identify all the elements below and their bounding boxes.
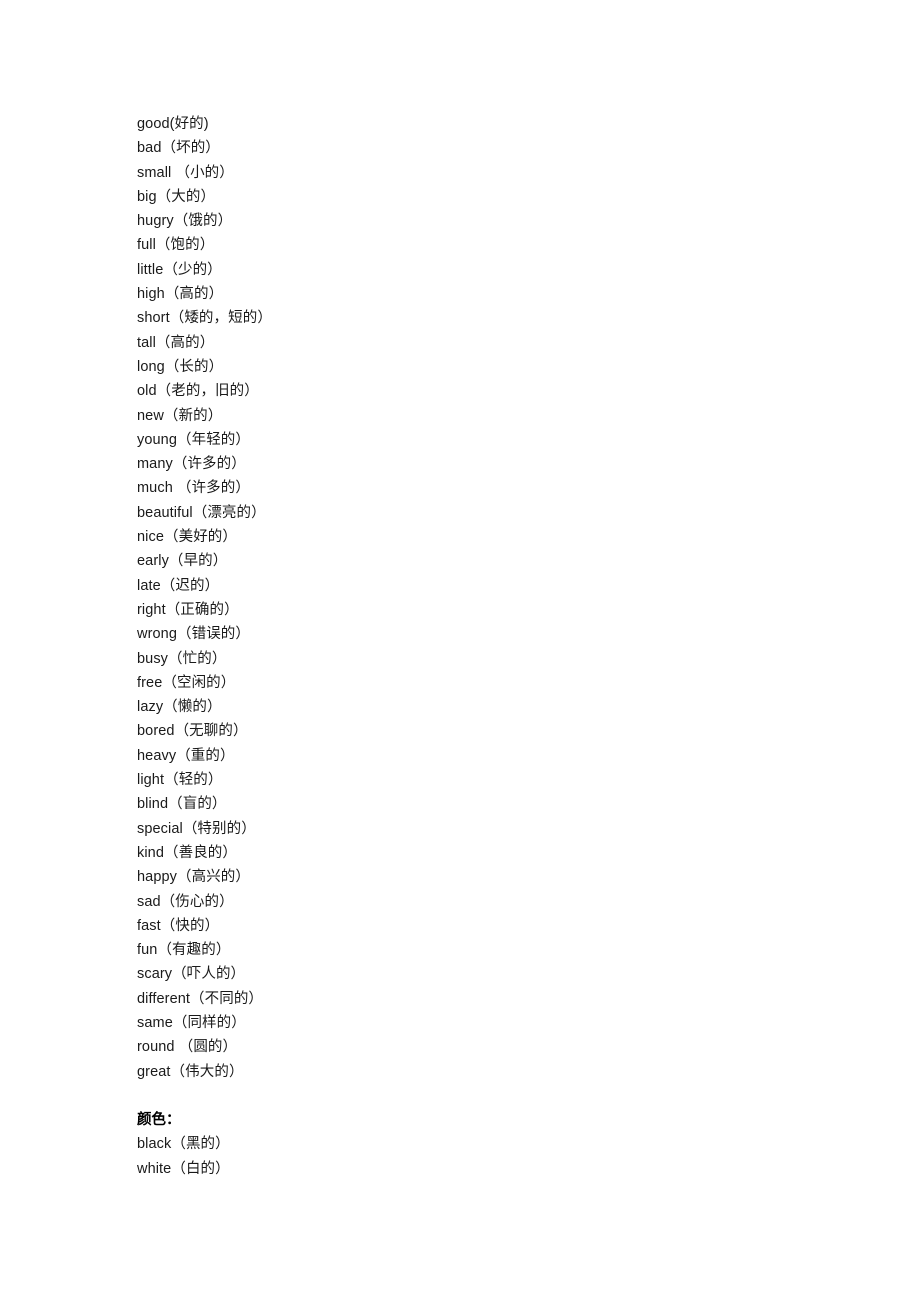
vocabulary-entry: white（白的） [137, 1160, 230, 1177]
vocabulary-entry: same（同样的） [137, 1014, 246, 1031]
vocabulary-entry: bad（坏的） [137, 140, 220, 157]
vocabulary-entry: busy（忙的） [137, 650, 227, 667]
vocabulary-entry: different（不同的） [137, 990, 264, 1007]
vocabulary-entry: heavy（重的） [137, 747, 235, 764]
vocabulary-entry: early（早的） [137, 553, 228, 570]
vocabulary-entry: black（黑的） [137, 1136, 230, 1153]
vocabulary-content: good(好的) bad（坏的） small （小的） big（大的） hugr… [137, 112, 797, 1181]
vocabulary-entry: blind（盲的） [137, 796, 227, 813]
vocabulary-entry: scary（吓人的） [137, 966, 246, 983]
vocabulary-entry: late（迟的） [137, 577, 220, 594]
vocabulary-entry: special（特别的） [137, 820, 256, 837]
vocabulary-entry: tall（高的） [137, 334, 215, 351]
vocabulary-entry: nice（美好的） [137, 529, 237, 546]
vocabulary-entry: small （小的） [137, 164, 234, 181]
vocabulary-entry: short（矮的，短的） [137, 310, 272, 327]
vocabulary-entry: round （圆的） [137, 1039, 238, 1056]
section-heading-colors: 颜色： [137, 1112, 181, 1129]
vocabulary-entry: fast（快的） [137, 917, 220, 934]
vocabulary-entry: right（正确的） [137, 601, 239, 618]
vocabulary-entry: happy（高兴的） [137, 869, 251, 886]
vocabulary-entry: new（新的） [137, 407, 223, 424]
vocabulary-entry: little（少的） [137, 261, 222, 278]
vocabulary-entry: bored（无聊的） [137, 723, 248, 740]
vocabulary-entry: sad（伤心的） [137, 893, 234, 910]
vocabulary-entry: much （许多的） [137, 480, 250, 497]
vocabulary-entry: fun（有趣的） [137, 942, 231, 959]
vocabulary-entry: big（大的） [137, 188, 216, 205]
vocabulary-entry: light（轻的） [137, 772, 223, 789]
vocabulary-entry: long（长的） [137, 358, 224, 375]
vocabulary-section-adjectives: good(好的) bad（坏的） small （小的） big（大的） hugr… [137, 112, 797, 1084]
vocabulary-entry: many（许多的） [137, 456, 246, 473]
vocabulary-entry: kind（善良的） [137, 844, 237, 861]
vocabulary-entry: wrong（错误的） [137, 626, 250, 643]
vocabulary-entry: beautiful（漂亮的） [137, 504, 266, 521]
vocabulary-entry: lazy（懒的） [137, 699, 222, 716]
vocabulary-entry: good(好的) [137, 116, 209, 132]
document-page: good(好的) bad（坏的） small （小的） big（大的） hugr… [0, 0, 920, 1302]
vocabulary-entry: free（空闲的） [137, 674, 236, 691]
vocabulary-entry: hugry（饿的） [137, 213, 233, 230]
vocabulary-entry: young（年轻的） [137, 431, 251, 448]
vocabulary-entry: full（饱的） [137, 237, 215, 254]
vocabulary-section-colors: 颜色： black（黑的） white（白的） [137, 1108, 797, 1181]
vocabulary-entry: high（高的） [137, 286, 224, 303]
vocabulary-entry: great（伟大的） [137, 1063, 244, 1080]
vocabulary-entry: old（老的，旧的） [137, 383, 259, 400]
